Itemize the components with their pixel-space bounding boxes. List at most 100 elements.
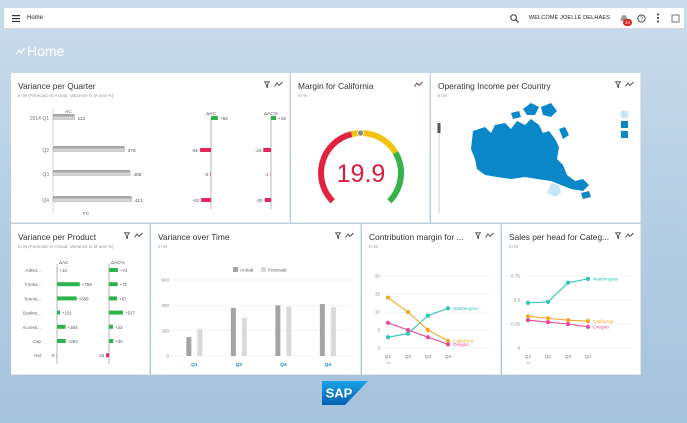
bar-value-label: 376 [128, 148, 136, 154]
ac-bar [52, 116, 75, 120]
y-tick-label: 0 [377, 346, 380, 351]
y-tick-label: 0.25 [511, 322, 520, 327]
delta-ac-bar [201, 198, 211, 202]
x-tick-label: Q3 [425, 354, 432, 360]
series-point [525, 318, 531, 323]
analytics-icon [16, 47, 25, 54]
series-point [585, 324, 591, 329]
x-tick-label: Q4 [445, 354, 452, 360]
bar-value-label: 413 [135, 198, 143, 204]
category-label: Athlet... [25, 268, 41, 273]
series-point [385, 335, 391, 340]
delta-ac-pct-bar [109, 310, 123, 315]
y-tick-label: 15 [375, 292, 381, 297]
series-label-ac: AC [65, 109, 72, 115]
y-tick-label: 0 [517, 346, 520, 351]
category-label: Basket... [23, 311, 41, 316]
series-point [405, 331, 411, 336]
series-point [565, 280, 571, 285]
country-map [437, 103, 628, 213]
shell-bar: Home WELCOME JOELLE DELHAES 24 ? [4, 8, 684, 29]
series-point [385, 295, 391, 300]
bar-value-label: 406 [133, 172, 141, 178]
bar-forecast [286, 306, 292, 356]
delta-ac-bar [57, 324, 66, 329]
series-point [425, 313, 431, 318]
y-tick-label: 400 [161, 303, 169, 308]
card-variance-per-quarter[interactable]: Variance per Quarter In M (Forecast vs A… [11, 73, 290, 223]
x-tick-label: Q2 [236, 362, 243, 368]
series-line [387, 322, 449, 345]
variance-quarter-chart: 2014 Q1 113Q2 376Q3 406Q4 413ACFCΔAC+58-91-5… [30, 109, 286, 217]
margin-gauge: 19.9 [318, 129, 404, 204]
legend-swatch-actual [233, 267, 238, 272]
variance-product-chart: Athlet... Footw... Tennis... Basket... Acces… [22, 260, 135, 364]
series-point [585, 319, 591, 324]
delta-ac-bar [57, 296, 77, 301]
edit-icon[interactable] [668, 11, 682, 25]
delta-ac-pct-label: -20 [256, 198, 263, 203]
delta-ac-pct-bar [263, 148, 271, 152]
delta-ac-pct-bar [264, 198, 271, 202]
delta-ac-bar [210, 172, 211, 176]
series-line [527, 315, 589, 322]
series-point [445, 306, 451, 311]
series-label-fc: FC [83, 211, 90, 217]
x-sub-label: '14 [525, 360, 531, 365]
ac-bar [52, 148, 125, 152]
page-title: Home [27, 43, 65, 59]
bar-forecast [197, 328, 203, 356]
delta-ac-bar [57, 310, 61, 315]
card-operating-income[interactable]: Operating Income per Country In M [431, 73, 641, 223]
series-point [405, 309, 411, 315]
delta-ac-pct-label: +537 [125, 311, 135, 316]
series-point [545, 299, 551, 305]
legend-swatch-forecast [261, 267, 266, 272]
zoom-slider-handle[interactable] [437, 123, 441, 133]
delta-ac-bar [57, 339, 66, 343]
sap-logo: SAP [322, 381, 368, 405]
delta-ac-label: +759 [82, 282, 92, 287]
variance-time-chart: 0 200 400 600 Actual Forecast Q1 Q2 Q3 Q4 [161, 267, 351, 368]
more-icon[interactable] [651, 11, 665, 25]
delta-ac-pct-bar [109, 296, 118, 301]
card-variance-per-product[interactable]: Variance per Product In M (Forecast vs A… [11, 224, 150, 375]
category-label: Tennis... [24, 296, 41, 301]
delta-ac-pct-bar [109, 339, 114, 343]
help-icon[interactable]: ? [634, 11, 648, 25]
x-tick-label: Q4 [325, 362, 332, 368]
card-variance-over-time[interactable]: Variance over Time In M 0 200 400 600 Actual… [151, 224, 361, 375]
map-region-light [547, 183, 561, 197]
series-point [445, 338, 451, 343]
series-point [525, 300, 531, 305]
series-point [545, 316, 551, 321]
series-point [565, 321, 571, 327]
series-label: Washington [593, 277, 618, 283]
notifications-button[interactable]: 24 [617, 11, 632, 26]
x-tick-label: Q1 [191, 362, 198, 368]
series-line [387, 297, 449, 342]
gauge-marker [357, 129, 364, 137]
category-label: Q2 [42, 148, 49, 154]
card-contribution-margin[interactable]: Contribution margin for ... In M 0 5 10 15 2… [362, 224, 501, 375]
delta-ac-pct-label: +16 [278, 116, 286, 121]
y-tick-label: 10 [375, 310, 381, 315]
x-tick-label: Q3 [565, 354, 572, 360]
delta-ac-label: -91 [191, 148, 198, 153]
category-label: Cap [33, 339, 42, 344]
search-icon[interactable] [508, 11, 522, 25]
delta-ac-label: +101 [62, 311, 72, 316]
menu-icon[interactable] [9, 11, 23, 25]
fc-bar [53, 196, 132, 199]
delta-ac-pct-bar [109, 268, 118, 272]
category-label: Q3 [42, 172, 49, 178]
welcome-user[interactable]: WELCOME JOELLE DELHAES [529, 15, 610, 21]
category-label: 2014 Q1 [30, 116, 49, 122]
delta-ac-label: +13 [59, 268, 67, 273]
svg-text:?: ? [639, 16, 642, 22]
bar-actual [186, 337, 192, 356]
delta-ac-pct-bar [109, 324, 113, 329]
card-margin-california[interactable]: Margin for California In % 19.9 [291, 73, 430, 223]
delta-ac-pct-label: +35 [115, 339, 123, 344]
card-sales-per-head[interactable]: Sales per head for Categ... In M 0 0.25 0.… [502, 224, 641, 375]
